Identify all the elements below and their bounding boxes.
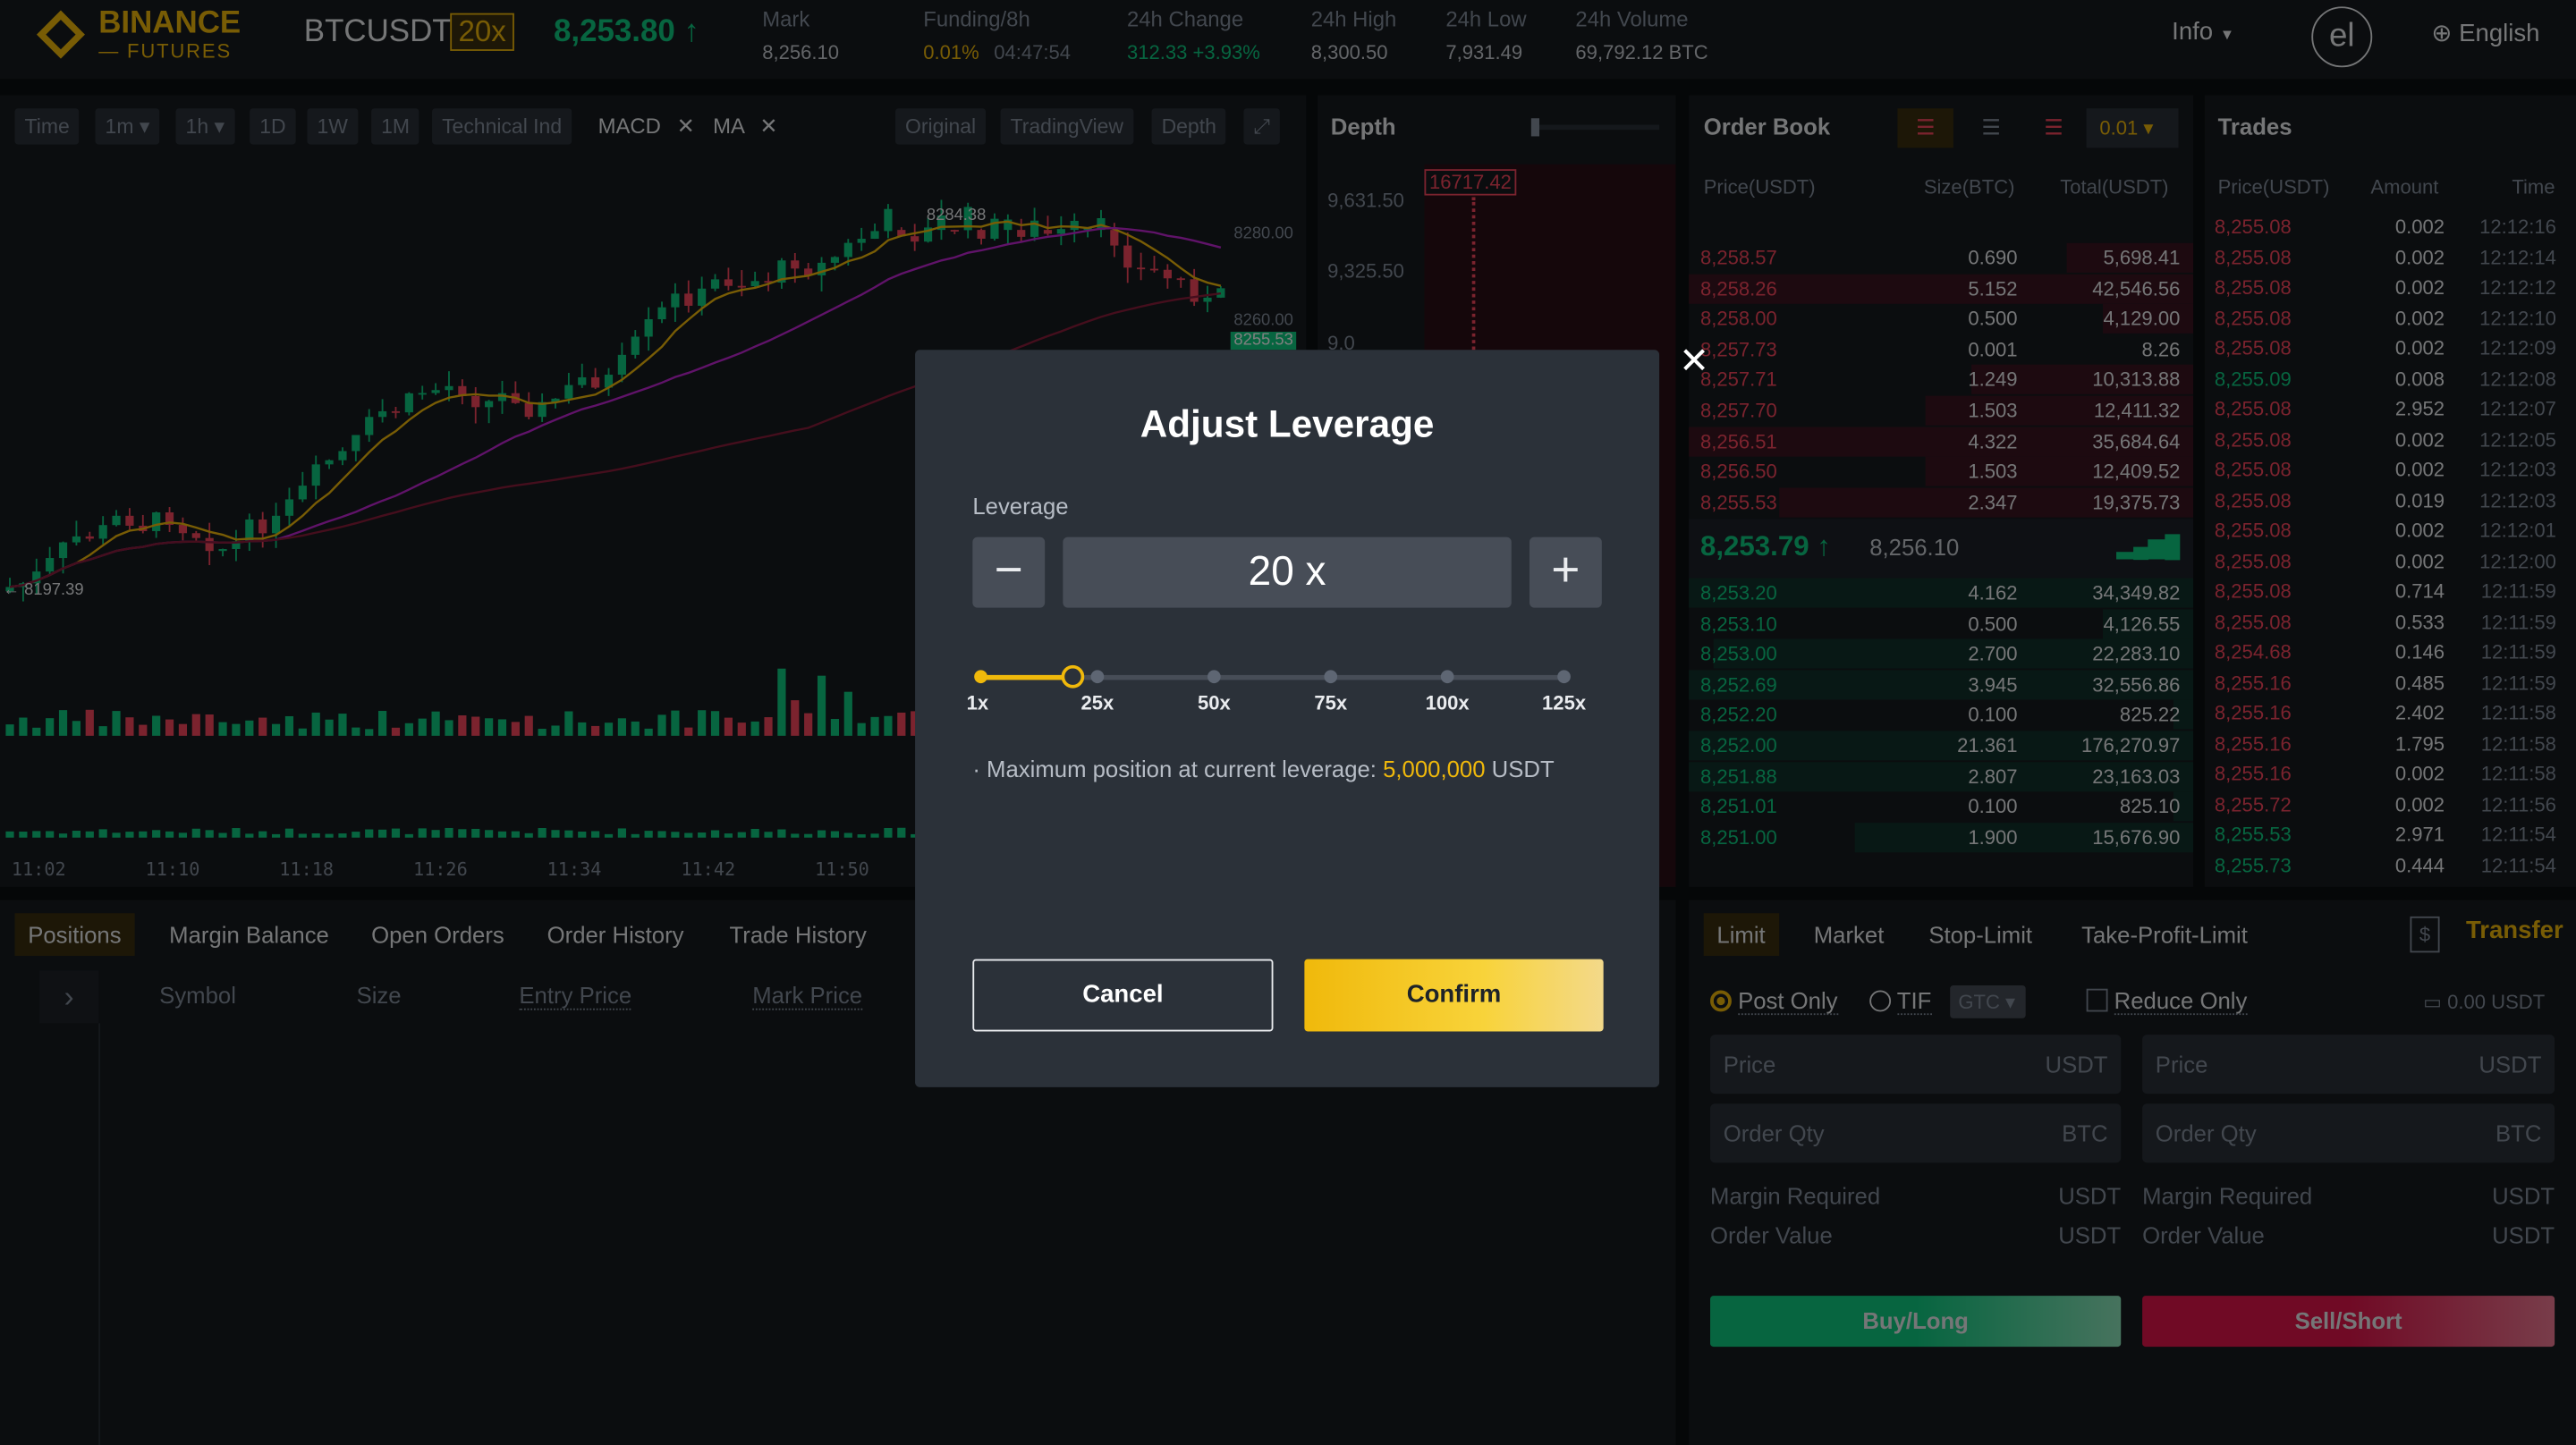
adjust-leverage-dialog: Adjust Leverage Leverage − 20 x + 1x 25x 5… — [915, 350, 1660, 1087]
slider-mark-label: 25x — [1080, 691, 1114, 714]
slider-mark[interactable] — [1440, 670, 1454, 684]
slider-fill — [980, 674, 1073, 680]
leverage-slider[interactable]: 1x 25x 50x 75x 100x 125x — [967, 664, 1586, 714]
slider-mark-label: 75x — [1314, 691, 1348, 714]
dialog-title: Adjust Leverage — [1140, 402, 1435, 445]
slider-mark[interactable] — [974, 670, 987, 684]
max-position-unit: USDT — [1485, 755, 1555, 782]
slider-handle[interactable] — [1061, 664, 1085, 689]
max-position-prefix: · Maximum position at current leverage: — [972, 755, 1384, 782]
max-position-text: · Maximum position at current leverage: … — [972, 756, 1554, 782]
slider-mark-label: 100x — [1425, 691, 1470, 714]
increase-button[interactable]: + — [1530, 537, 1602, 608]
slider-mark[interactable] — [1090, 670, 1105, 684]
slider-mark-label: 1x — [966, 691, 989, 714]
cancel-button[interactable]: Cancel — [972, 959, 1274, 1032]
leverage-label: Leverage — [972, 493, 1069, 520]
slider-mark-label: 50x — [1197, 691, 1231, 714]
slider-mark[interactable] — [1557, 670, 1571, 684]
close-icon[interactable]: ✕ — [1679, 340, 1709, 383]
decrease-button[interactable]: − — [972, 537, 1046, 608]
confirm-button[interactable]: Confirm — [1304, 959, 1604, 1032]
max-position-value: 5,000,000 — [1383, 755, 1486, 782]
leverage-input[interactable]: 20 x — [1063, 537, 1512, 608]
slider-mark[interactable] — [1324, 670, 1338, 684]
slider-mark-label: 125x — [1542, 691, 1587, 714]
slider-mark[interactable] — [1208, 670, 1221, 684]
